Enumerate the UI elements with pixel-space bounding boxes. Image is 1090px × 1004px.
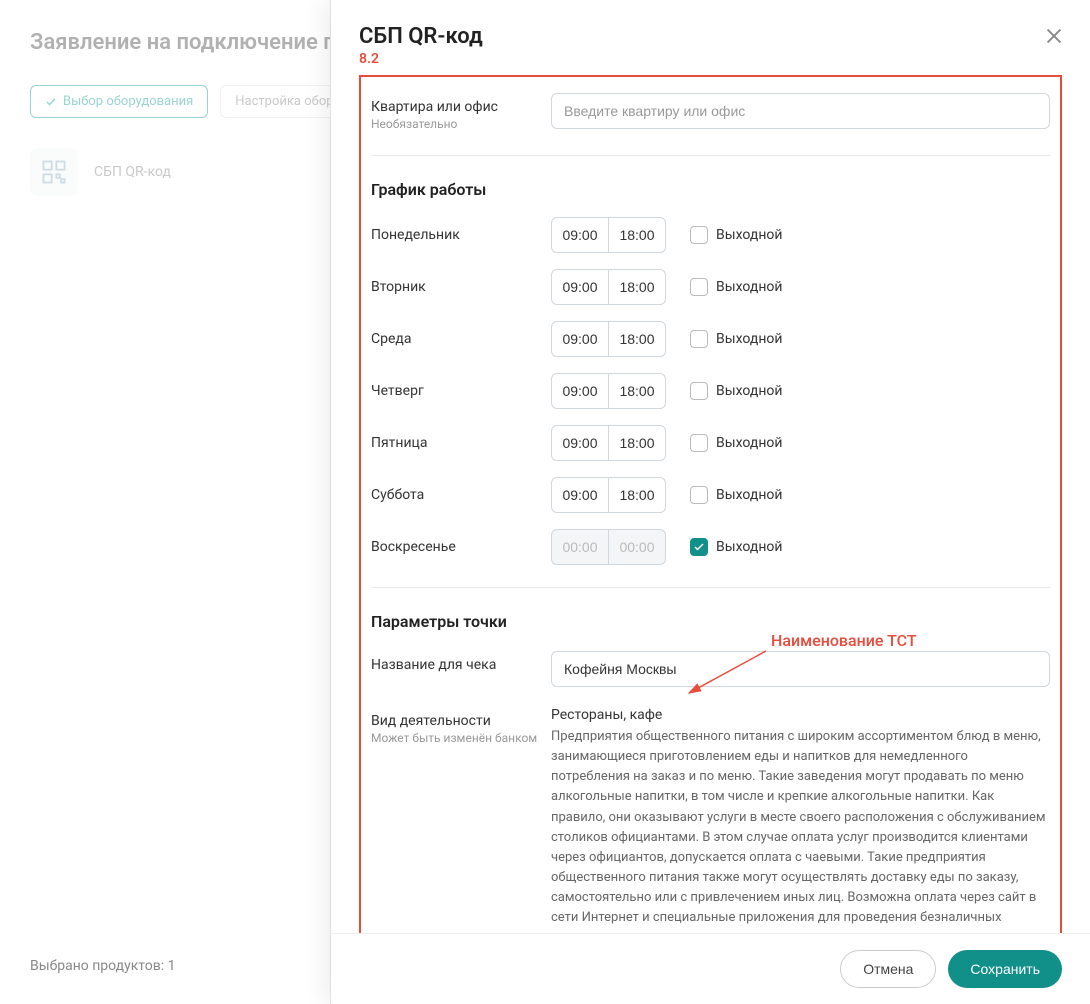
apartment-label: Квартира или офис	[371, 99, 551, 115]
schedule-title: График работы	[371, 170, 1050, 209]
activity-name: Рестораны, кафе	[551, 707, 1050, 723]
time-to-input[interactable]	[609, 374, 665, 408]
dayoff-toggle[interactable]: Выходной	[690, 330, 782, 348]
dayoff-checkbox[interactable]	[690, 330, 708, 348]
time-to-input[interactable]	[609, 322, 665, 356]
time-group	[551, 529, 666, 565]
time-from-input[interactable]	[552, 322, 608, 356]
time-group	[551, 373, 666, 409]
receipt-name-label: Название для чека	[371, 657, 551, 673]
dayoff-label: Выходной	[716, 331, 782, 347]
dayoff-label: Выходной	[716, 227, 782, 243]
time-to-input[interactable]	[609, 218, 665, 252]
dayoff-label: Выходной	[716, 487, 782, 503]
time-from-input[interactable]	[552, 478, 608, 512]
time-from-input[interactable]	[552, 530, 608, 564]
time-group	[551, 217, 666, 253]
dayoff-checkbox[interactable]	[690, 278, 708, 296]
time-from-input[interactable]	[552, 426, 608, 460]
dayoff-checkbox[interactable]	[690, 538, 708, 556]
dayoff-checkbox[interactable]	[690, 434, 708, 452]
schedule-day-name: Пятница	[371, 435, 551, 451]
dayoff-toggle[interactable]: Выходной	[690, 486, 782, 504]
time-from-input[interactable]	[552, 218, 608, 252]
dayoff-label: Выходной	[716, 539, 782, 555]
activity-label: Вид деятельности	[371, 713, 551, 729]
time-group	[551, 477, 666, 513]
time-to-input[interactable]	[609, 426, 665, 460]
activity-description: Предприятия общественного питания с широ…	[551, 727, 1050, 933]
schedule-row: Пятница Выходной	[371, 417, 1050, 469]
dayoff-toggle[interactable]: Выходной	[690, 226, 782, 244]
modal-version: 8.2	[359, 51, 1062, 67]
dayoff-checkbox[interactable]	[690, 486, 708, 504]
schedule-day-name: Среда	[371, 331, 551, 347]
dayoff-toggle[interactable]: Выходной	[690, 278, 782, 296]
dayoff-checkbox[interactable]	[690, 226, 708, 244]
schedule-row: Суббота Выходной	[371, 469, 1050, 521]
annotation-arrow-icon	[681, 649, 771, 699]
time-from-input[interactable]	[552, 270, 608, 304]
qr-code-icon	[30, 148, 78, 196]
dayoff-toggle[interactable]: Выходной	[690, 538, 782, 556]
dayoff-checkbox[interactable]	[690, 382, 708, 400]
schedule-day-name: Четверг	[371, 383, 551, 399]
schedule-row: Среда Выходной	[371, 313, 1050, 365]
schedule-row: Воскресенье Выходной	[371, 521, 1050, 573]
bg-step-equipment[interactable]: Выбор оборудования	[30, 85, 208, 118]
time-group	[551, 321, 666, 357]
dayoff-label: Выходной	[716, 435, 782, 451]
bg-footer-count: Выбрано продуктов: 1	[30, 958, 175, 974]
dayoff-label: Выходной	[716, 279, 782, 295]
close-icon[interactable]	[1040, 22, 1068, 50]
time-to-input[interactable]	[609, 530, 665, 564]
apartment-sublabel: Необязательно	[371, 117, 551, 131]
apartment-input[interactable]	[551, 93, 1050, 129]
schedule-day-name: Понедельник	[371, 227, 551, 243]
time-to-input[interactable]	[609, 270, 665, 304]
dayoff-toggle[interactable]: Выходной	[690, 382, 782, 400]
schedule-row: Понедельник Выходной	[371, 209, 1050, 261]
time-group	[551, 269, 666, 305]
schedule-row: Вторник Выходной	[371, 261, 1050, 313]
schedule-day-name: Воскресенье	[371, 539, 551, 555]
receipt-name-input[interactable]	[551, 651, 1050, 687]
params-title: Параметры точки	[371, 602, 1050, 641]
dayoff-label: Выходной	[716, 383, 782, 399]
schedule-day-name: Суббота	[371, 487, 551, 503]
dayoff-toggle[interactable]: Выходной	[690, 434, 782, 452]
modal-panel: СБП QR-код 8.2 Квартира или офис Необяза…	[330, 0, 1090, 1004]
schedule-day-name: Вторник	[371, 279, 551, 295]
schedule-row: Четверг Выходной	[371, 365, 1050, 417]
time-to-input[interactable]	[609, 478, 665, 512]
bg-product-name: СБП QR-код	[94, 164, 171, 180]
annotation-label: Наименование ТСТ	[771, 631, 917, 650]
activity-sublabel: Может быть изменён банком	[371, 731, 551, 745]
time-from-input[interactable]	[552, 374, 608, 408]
time-group	[551, 425, 666, 461]
modal-title: СБП QR-код	[359, 24, 1062, 49]
save-button[interactable]: Сохранить	[948, 950, 1062, 988]
cancel-button[interactable]: Отмена	[840, 950, 936, 988]
